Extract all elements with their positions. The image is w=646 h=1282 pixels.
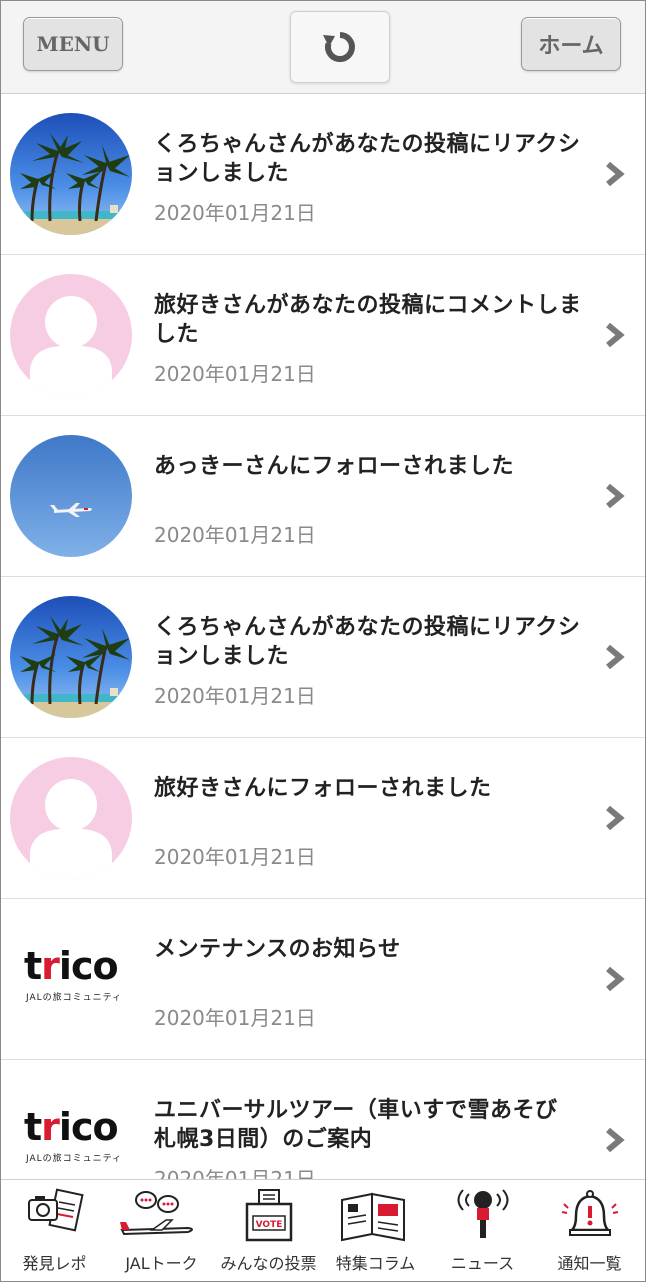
bottom-tab-bar: 発見レポ JALトーク VOTE みんなの投票 特集コラム ニュース 通知一覧 bbox=[1, 1179, 645, 1281]
notification-row[interactable]: trico JALの旅コミュニティ ユニバーサルツアー（車いすで雪あそび 札幌3… bbox=[1, 1060, 645, 1179]
notification-title: くろちゃんさんがあなたの投稿にリアクションしました bbox=[154, 615, 581, 669]
tab-label: 特集コラム bbox=[335, 1254, 416, 1273]
menu-button[interactable]: MENU bbox=[23, 17, 123, 71]
microphone-icon bbox=[457, 1189, 509, 1238]
chevron-right-icon bbox=[606, 1127, 625, 1153]
header-bar: MENU ホーム bbox=[1, 1, 645, 94]
notification-list: くろちゃんさんがあなたの投稿にリアクションしました 2020年01月21日 旅好… bbox=[1, 94, 645, 1179]
tab-tsuuchi-ichiran[interactable]: 通知一覧 bbox=[536, 1180, 643, 1281]
default-avatar-pink bbox=[10, 274, 132, 396]
user-avatar-beach bbox=[10, 113, 132, 235]
tab-label: JALトーク bbox=[125, 1254, 198, 1273]
tab-tokushuu-column[interactable]: 特集コラム bbox=[322, 1180, 429, 1281]
tab-jal-talk[interactable]: JALトーク bbox=[108, 1180, 215, 1281]
notification-title: あっきーさんにフォローされました bbox=[154, 454, 515, 479]
notification-row[interactable]: 旅好きさんがあなたの投稿にコメントしました 2020年01月21日 bbox=[1, 255, 645, 416]
notification-date: 2020年01月21日 bbox=[154, 523, 316, 547]
notification-date: 2020年01月21日 bbox=[154, 362, 316, 386]
trico-logo: trico JALの旅コミュニティ bbox=[24, 944, 123, 1003]
notification-row[interactable]: くろちゃんさんがあなたの投稿にリアクションしました 2020年01月21日 bbox=[1, 577, 645, 738]
reload-icon bbox=[323, 32, 355, 62]
chevron-right-icon bbox=[606, 161, 625, 187]
tab-label: 通知一覧 bbox=[557, 1254, 622, 1273]
reload-button[interactable] bbox=[290, 11, 390, 83]
notification-row[interactable]: あっきーさんにフォローされました 2020年01月21日 bbox=[1, 416, 645, 577]
notification-row[interactable]: trico JALの旅コミュニティ メンテナンスのお知らせ 2020年01月21… bbox=[1, 899, 645, 1060]
svg-text:VOTE: VOTE bbox=[256, 1220, 283, 1230]
tab-news[interactable]: ニュース bbox=[429, 1180, 536, 1281]
camera-notebook-icon bbox=[28, 1188, 84, 1232]
notification-date: 2020年01月21日 bbox=[154, 201, 316, 225]
bell-icon bbox=[561, 1190, 619, 1236]
vote-box-icon: VOTE bbox=[245, 1189, 293, 1242]
notification-date: 2020年01月21日 bbox=[154, 1006, 316, 1030]
tab-label: 発見レポ bbox=[22, 1254, 87, 1273]
notification-date: 2020年01月21日 bbox=[154, 1167, 316, 1179]
tab-hakken-repo[interactable]: 発見レポ bbox=[1, 1180, 108, 1281]
notification-row[interactable]: くろちゃんさんがあなたの投稿にリアクションしました 2020年01月21日 bbox=[1, 94, 645, 255]
app-frame: MENU ホーム くろちゃんさんがあなたの投稿にリアクションしました 2020年… bbox=[0, 0, 646, 1282]
chevron-right-icon bbox=[606, 483, 625, 509]
chevron-right-icon bbox=[606, 644, 625, 670]
user-avatar-airplane bbox=[10, 435, 132, 557]
notification-title: メンテナンスのお知らせ bbox=[154, 937, 401, 962]
tab-label: みんなの投票 bbox=[220, 1254, 317, 1273]
notification-title: 旅好きさんがあなたの投稿にコメントしました bbox=[154, 293, 582, 347]
tab-minna-no-touhyou[interactable]: VOTE みんなの投票 bbox=[215, 1180, 322, 1281]
tab-label: ニュース bbox=[450, 1254, 515, 1273]
chevron-right-icon bbox=[606, 322, 625, 348]
notification-title: ユニバーサルツアー（車いすで雪あそび 札幌3日間）のご案内 bbox=[154, 1098, 580, 1152]
trico-logo: trico JALの旅コミュニティ bbox=[24, 1105, 123, 1164]
magazine-icon bbox=[341, 1192, 405, 1242]
airplane-chat-icon bbox=[120, 1191, 193, 1236]
chevron-right-icon bbox=[606, 966, 625, 992]
notification-title: 旅好きさんにフォローされました bbox=[154, 776, 492, 801]
notification-date: 2020年01月21日 bbox=[154, 845, 316, 869]
notification-date: 2020年01月21日 bbox=[154, 684, 316, 708]
notification-title: くろちゃんさんがあなたの投稿にリアクションしました bbox=[154, 132, 581, 186]
home-button[interactable]: ホーム bbox=[521, 17, 621, 71]
user-avatar-beach bbox=[10, 596, 132, 718]
default-avatar-pink bbox=[10, 757, 132, 879]
notification-row[interactable]: 旅好きさんにフォローされました 2020年01月21日 bbox=[1, 738, 645, 899]
chevron-right-icon bbox=[606, 805, 625, 831]
